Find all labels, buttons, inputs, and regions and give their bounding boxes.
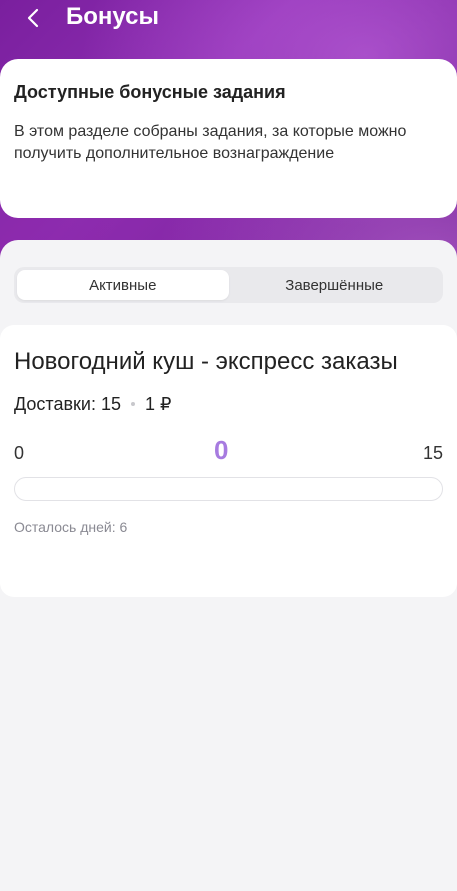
deliveries-label: Доставки: — [14, 394, 96, 414]
task-card[interactable]: Новогодний куш - экспресс заказы Доставк… — [0, 325, 457, 597]
content-sheet: Активные Завершённые Новогодний куш - эк… — [0, 240, 457, 891]
task-title: Новогодний куш - экспресс заказы — [14, 348, 398, 375]
deliveries-value: 15 — [100, 394, 121, 414]
info-card-title: Доступные бонусные задания — [14, 82, 286, 102]
back-button[interactable] — [20, 3, 46, 33]
page-title: Бонусы — [66, 3, 159, 30]
task-tabs: Активные Завершённые — [14, 267, 443, 303]
info-card-text: В этом разделе собраны задания, за котор… — [14, 123, 407, 162]
tab-active[interactable]: Активные — [17, 270, 229, 300]
progress-current: 0 — [214, 435, 229, 465]
progress-bar — [14, 477, 443, 501]
progress-max: 15 — [422, 443, 443, 463]
progress-min: 0 — [14, 443, 25, 463]
separator-dot — [130, 402, 135, 406]
days-left: Осталось дней: 6 — [14, 519, 128, 535]
tab-completed[interactable]: Завершённые — [229, 270, 441, 300]
top-bar: Бонусы — [0, 0, 457, 40]
task-meta: Доставки: 15 1 ₽ — [14, 393, 443, 415]
info-card: Доступные бонусные задания В этом раздел… — [0, 59, 457, 218]
chevron-left-icon — [27, 8, 39, 28]
reward-amount: 1 ₽ — [144, 394, 172, 414]
progress-values: 0 0 15 — [14, 435, 443, 465]
